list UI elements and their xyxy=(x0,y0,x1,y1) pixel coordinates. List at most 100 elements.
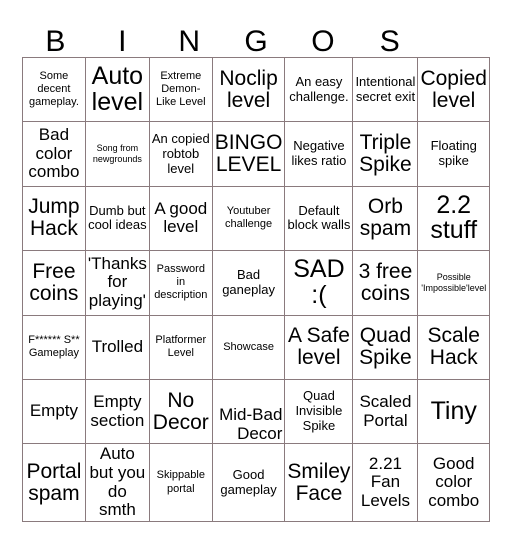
bingo-cell-r6c1[interactable]: Empty xyxy=(23,379,86,445)
bingo-cell-label: Negative likes ratio xyxy=(291,138,347,169)
bingo-cell-r7c6[interactable]: 2.21 Fan Levels xyxy=(353,444,419,522)
bingo-cell-label: Triple Spike xyxy=(359,131,412,177)
bingo-header-row: BINGOS xyxy=(22,12,490,57)
bingo-cell-label: Trolled xyxy=(91,336,144,356)
bingo-cell-r1c6[interactable]: Intentional secret exit xyxy=(353,58,419,123)
bingo-cell-r5c7[interactable]: Scale Hack xyxy=(418,315,490,380)
bingo-cell-label: No Decor xyxy=(152,388,209,434)
bingo-cell-r4c2[interactable]: 'Thanks for playing' xyxy=(85,251,150,316)
bingo-header-letter-7 xyxy=(423,12,490,57)
bingo-cell-r2c5[interactable]: Negative likes ratio xyxy=(285,122,354,187)
bingo-cell-label: Song from newgrounds xyxy=(92,142,142,165)
bingo-cell-r2c1[interactable]: Bad color combo xyxy=(23,122,86,187)
bingo-header-letter-5: O xyxy=(311,25,335,58)
bingo-cell-label: Some decent gameplay. xyxy=(28,69,79,109)
bingo-cell-label: Free coins xyxy=(29,259,79,305)
bingo-cell-label: Mid-Bad Decor xyxy=(219,405,283,444)
bingo-cell-r4c7[interactable]: Possible 'Impossible'level xyxy=(418,251,490,316)
bingo-cell-r1c4[interactable]: Noclip level xyxy=(212,58,286,123)
bingo-cell-label: An easy challenge. xyxy=(289,73,349,104)
bingo-cell-r2c4[interactable]: BINGO LEVEL xyxy=(212,122,286,187)
bingo-cell-r5c1[interactable]: F****** S** Gameplay xyxy=(23,315,86,380)
bingo-cell-label: Platformer Level xyxy=(155,334,207,360)
bingo-cell-label: A Safe level xyxy=(287,324,350,370)
bingo-header-letter-2: I xyxy=(118,25,127,58)
bingo-cell-r6c4[interactable]: Mid-Bad Decor xyxy=(212,379,286,445)
bingo-cell-label: Orb spam xyxy=(359,195,412,241)
bingo-cell-label: Auto level xyxy=(91,62,144,116)
bingo-cell-r3c7[interactable]: 2.2 stuff xyxy=(418,186,490,252)
bingo-cell-r1c7[interactable]: Copied level xyxy=(418,58,490,123)
bingo-cell-label: Jump Hack xyxy=(28,195,80,241)
bingo-cell-r2c3[interactable]: An copied robtob level xyxy=(149,122,213,187)
bingo-cell-r7c7[interactable]: Good color combo xyxy=(418,444,490,522)
bingo-cell-r2c6[interactable]: Triple Spike xyxy=(353,122,419,187)
bingo-cell-label: Dumb but cool ideas xyxy=(88,202,147,233)
bingo-cell-r7c5[interactable]: Smiley Face xyxy=(285,444,354,522)
bingo-cell-label: Empty xyxy=(29,401,79,421)
bingo-cell-r5c2[interactable]: Trolled xyxy=(85,315,150,380)
bingo-cell-label: Copied level xyxy=(420,66,487,112)
bingo-cell-r6c3[interactable]: No Decor xyxy=(149,379,213,445)
bingo-cell-r7c2[interactable]: Auto but you do smth xyxy=(85,444,150,522)
bingo-cell-r4c4[interactable]: Bad ganeplay xyxy=(212,251,286,316)
bingo-cell-r3c3[interactable]: A good level xyxy=(149,186,213,252)
bingo-cell-label: Quad Spike xyxy=(359,324,412,370)
bingo-cell-r3c6[interactable]: Orb spam xyxy=(353,186,419,252)
bingo-cell-label: Skippable portal xyxy=(156,469,205,495)
bingo-cell-r6c7[interactable]: Tiny xyxy=(418,379,490,445)
bingo-cell-label: Quad Invisible Spike xyxy=(295,388,343,434)
bingo-cell-label: Showcase xyxy=(223,340,274,353)
bingo-cell-r4c3[interactable]: Password in description xyxy=(149,251,213,316)
bingo-cell-label: An copied robtob level xyxy=(151,130,210,176)
bingo-cell-label: F****** S** Gameplay xyxy=(28,334,80,360)
bingo-cell-r5c6[interactable]: Quad Spike xyxy=(353,315,419,380)
bingo-cell-r1c1[interactable]: Some decent gameplay. xyxy=(23,58,86,123)
bingo-cell-label: Tiny xyxy=(430,396,477,425)
bingo-cell-label: Portal spam xyxy=(26,459,82,505)
bingo-cell-label: A good level xyxy=(154,198,208,237)
bingo-cell-label: Scaled Portal xyxy=(359,391,412,430)
bingo-cell-r6c2[interactable]: Empty section xyxy=(85,379,150,445)
bingo-cell-label: Password in description xyxy=(154,263,208,302)
bingo-cell-label: Floating spike xyxy=(430,138,477,169)
bingo-cell-r3c2[interactable]: Dumb but cool ideas xyxy=(85,186,150,252)
bingo-cell-r7c1[interactable]: Portal spam xyxy=(23,444,86,522)
bingo-cell-r3c4[interactable]: Youtuber challenge xyxy=(212,186,286,252)
bingo-cell-label: Extreme Demon-Like Level xyxy=(156,69,206,109)
bingo-cell-label: Bad ganeplay xyxy=(222,266,275,297)
bingo-cell-r5c3[interactable]: Platformer Level xyxy=(149,315,213,380)
bingo-cell-label: Intentional secret exit xyxy=(355,73,416,104)
bingo-cell-r7c4[interactable]: Good gameplay xyxy=(212,444,286,522)
bingo-cell-r6c6[interactable]: Scaled Portal xyxy=(353,379,419,445)
bingo-cell-label: Default block walls xyxy=(287,202,351,233)
bingo-cell-r7c3[interactable]: Skippable portal xyxy=(149,444,213,522)
bingo-cell-label: Empty section xyxy=(90,391,145,430)
bingo-cell-label: Good gameplay xyxy=(220,466,277,497)
bingo-cell-label: 3 free coins xyxy=(358,259,413,305)
bingo-cell-label: SAD :( xyxy=(293,255,345,309)
bingo-cell-r1c3[interactable]: Extreme Demon-Like Level xyxy=(149,58,213,123)
bingo-grid: Some decent gameplay. Auto level Extreme D… xyxy=(22,57,490,522)
bingo-cell-r4c5[interactable]: SAD :( xyxy=(285,251,354,316)
bingo-cell-label: Auto but you do smth xyxy=(89,444,146,520)
bingo-header-letter-6: S xyxy=(379,25,400,58)
bingo-cell-label: 2.2 stuff xyxy=(430,190,478,245)
bingo-cell-r3c1[interactable]: Jump Hack xyxy=(23,186,86,252)
bingo-cell-label: Noclip level xyxy=(219,66,278,112)
bingo-cell-label: Good color combo xyxy=(428,453,480,510)
bingo-cell-r1c2[interactable]: Auto level xyxy=(85,58,150,123)
bingo-cell-label: Possible 'Impossible'level xyxy=(421,271,487,293)
bingo-cell-r2c2[interactable]: Song from newgrounds xyxy=(85,122,150,187)
bingo-cell-r6c5[interactable]: Quad Invisible Spike xyxy=(285,379,354,445)
bingo-cell-r4c6[interactable]: 3 free coins xyxy=(353,251,419,316)
bingo-cell-r2c7[interactable]: Floating spike xyxy=(418,122,490,187)
bingo-cell-r4c1[interactable]: Free coins xyxy=(23,251,86,316)
bingo-cell-r1c5[interactable]: An easy challenge. xyxy=(285,58,354,123)
bingo-cell-label: Scale Hack xyxy=(427,324,480,370)
bingo-header-letter-4: G xyxy=(244,25,268,58)
bingo-cell-r5c5[interactable]: A Safe level xyxy=(285,315,354,380)
bingo-cell-r3c5[interactable]: Default block walls xyxy=(285,186,354,252)
bingo-cell-r5c4[interactable]: Showcase xyxy=(212,315,286,380)
bingo-header-letter-3: N xyxy=(178,25,200,58)
